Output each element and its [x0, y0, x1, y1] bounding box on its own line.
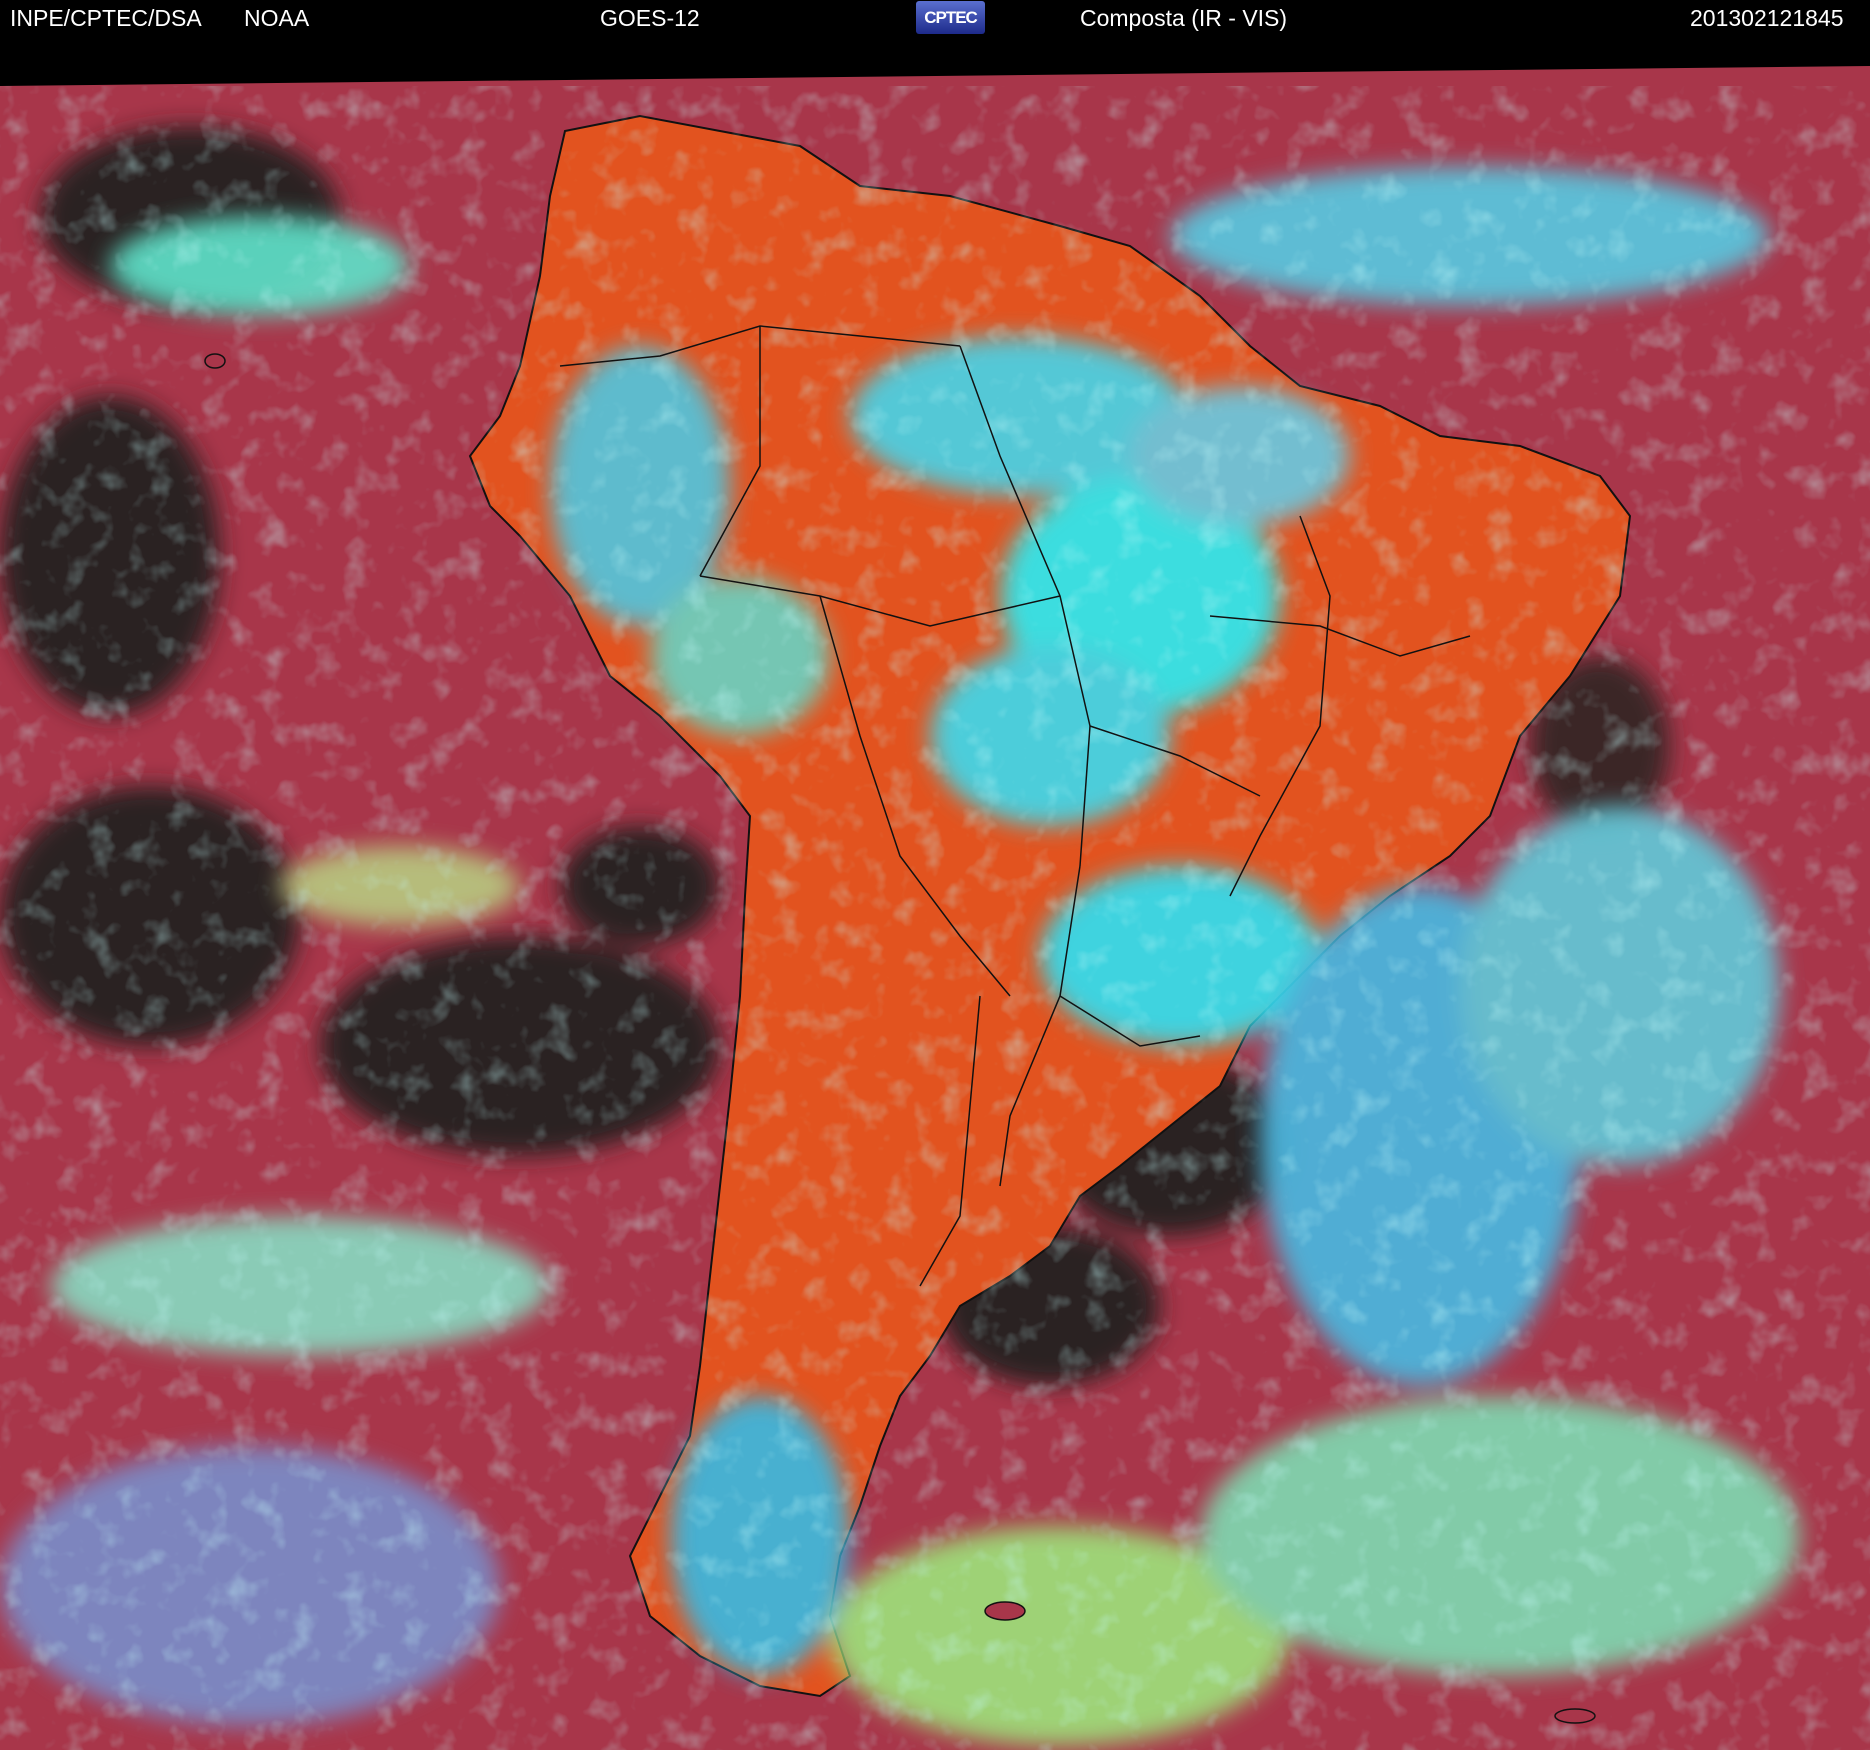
- institution-label: INPE/CPTEC/DSA: [10, 5, 202, 31]
- satellite-label: GOES-12: [600, 5, 700, 31]
- satellite-image: [0, 36, 1870, 1750]
- logo-text: CPTEC: [924, 8, 978, 27]
- product-label: Composta (IR - VIS): [1080, 5, 1288, 31]
- cptec-logo: CPTEC: [916, 1, 985, 34]
- agency-label: NOAA: [244, 5, 310, 31]
- timestamp-label: 201302121845: [1690, 5, 1844, 31]
- header-bar: INPE/CPTEC/DSA NOAA GOES-12 CPTEC Compos…: [0, 0, 1870, 36]
- cloud-texture: [0, 86, 1870, 1750]
